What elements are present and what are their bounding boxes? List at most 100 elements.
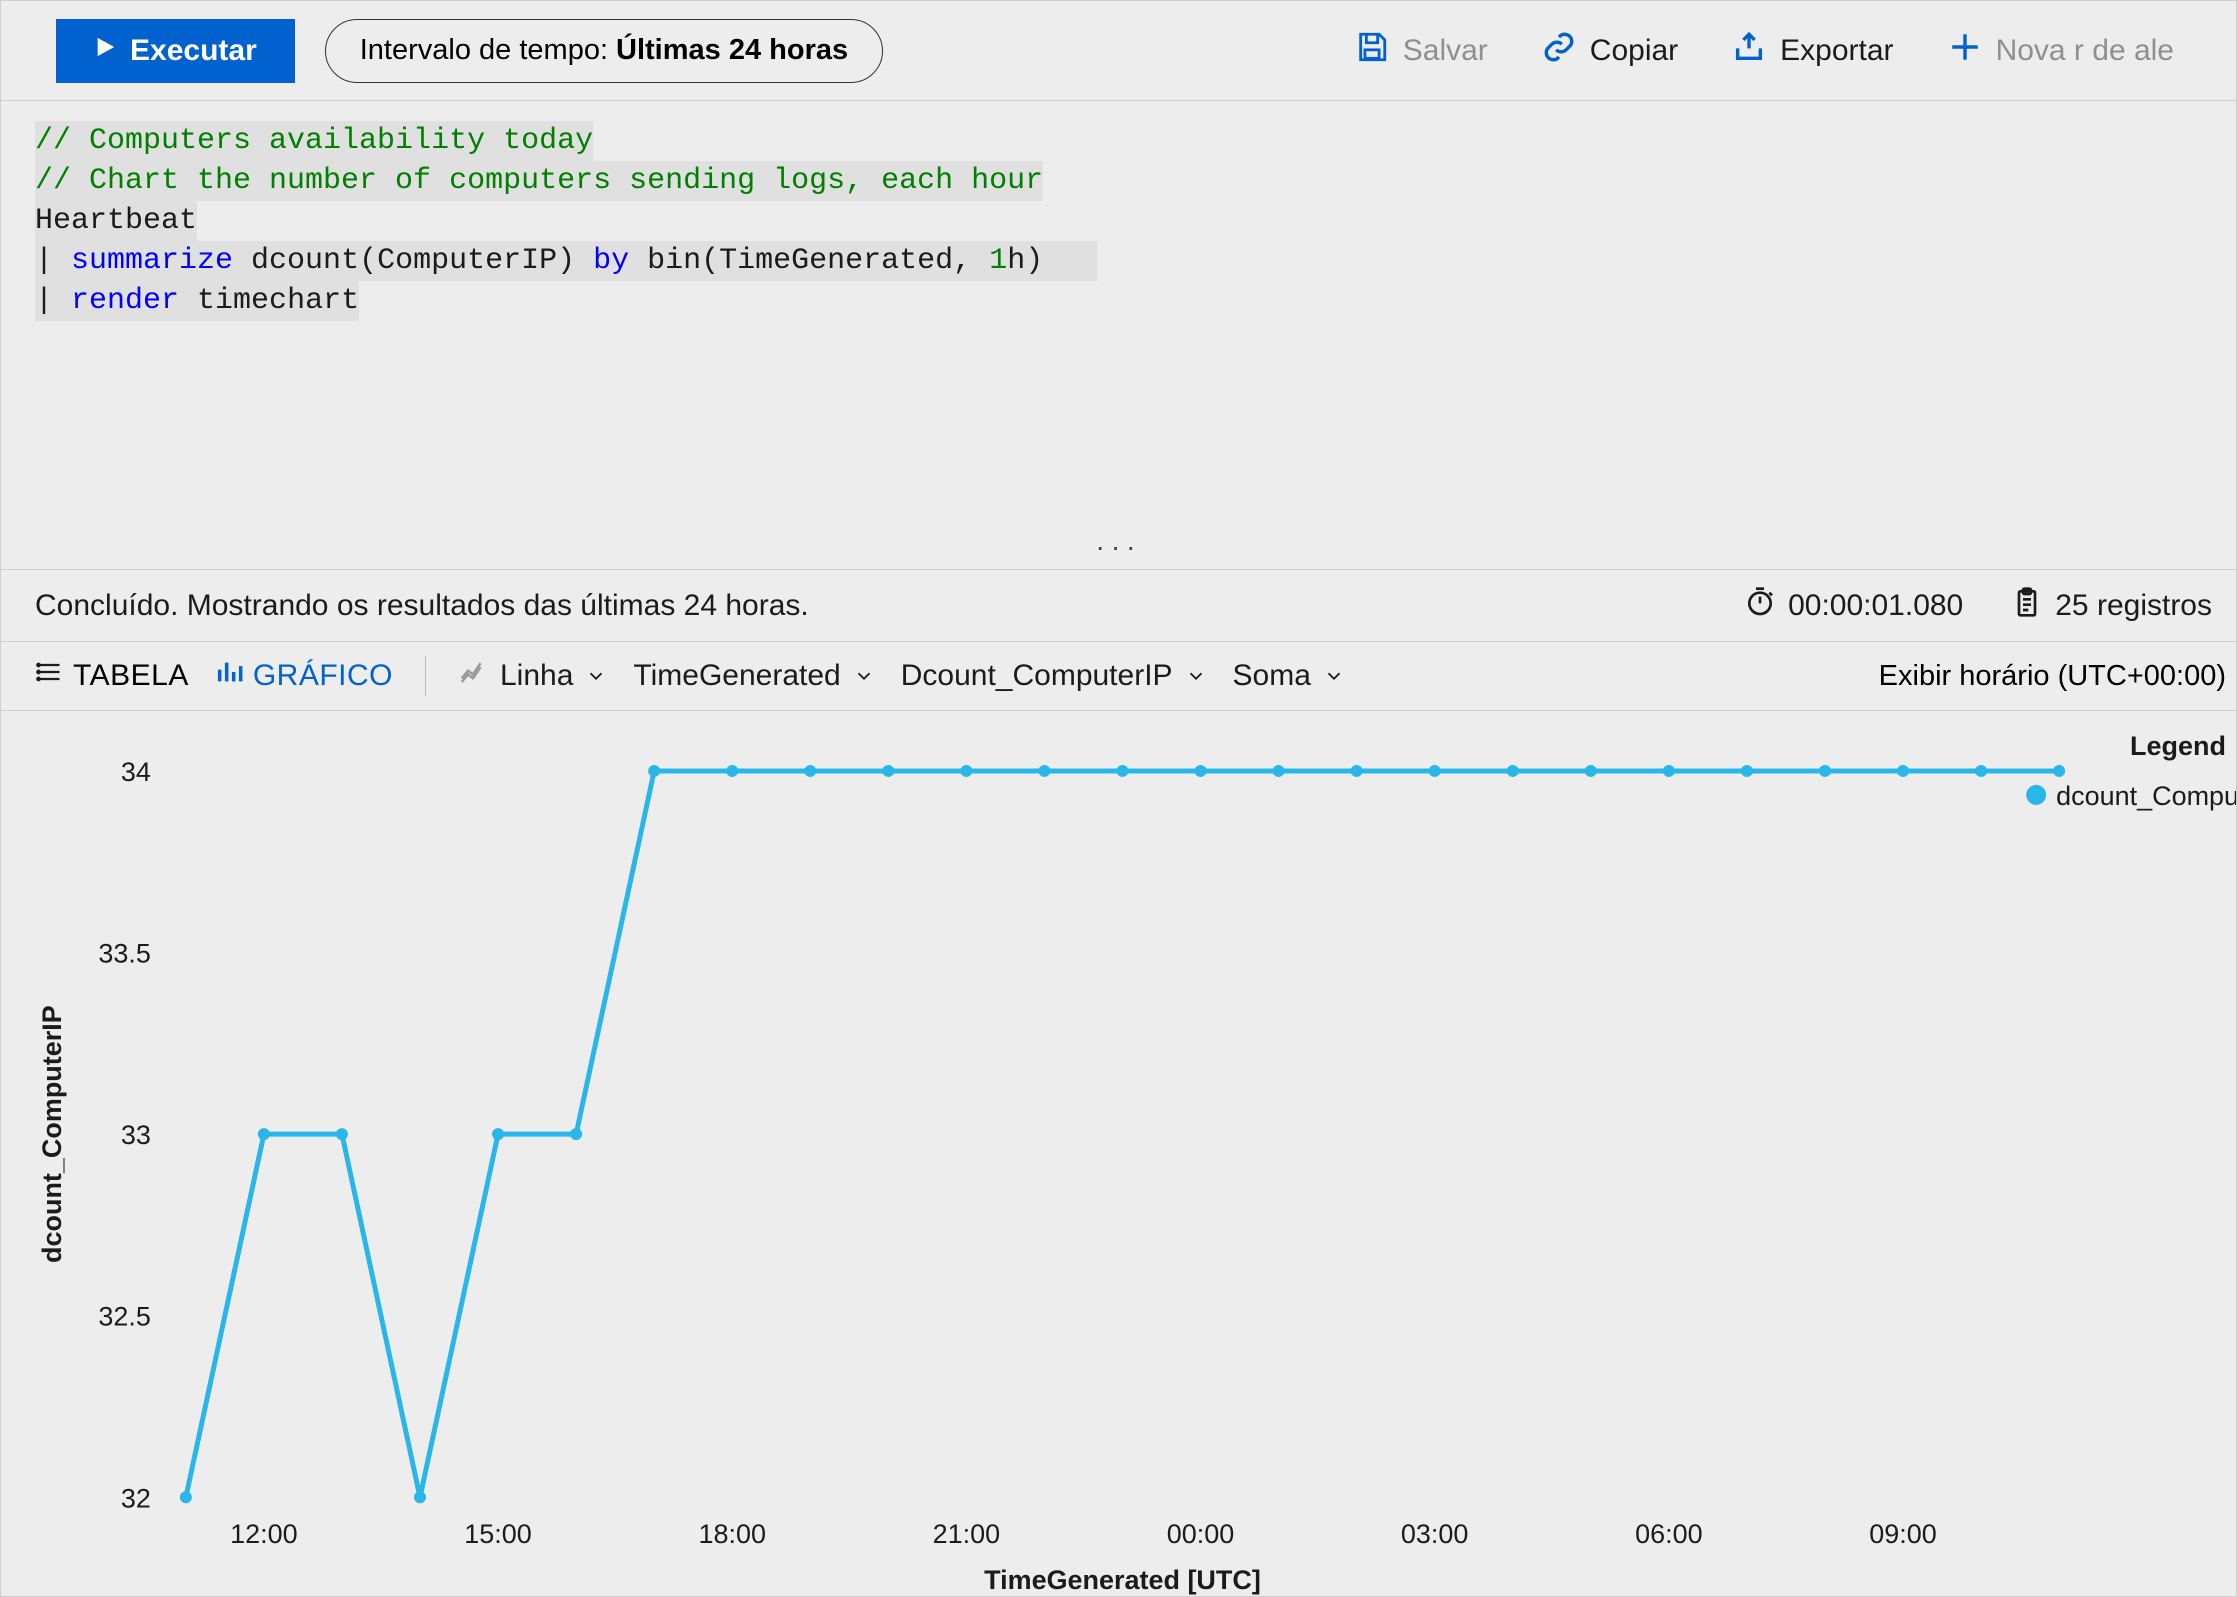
run-label: Executar: [130, 34, 257, 68]
chart-point: [1663, 765, 1675, 777]
aggregation-label: Soma: [1233, 659, 1311, 693]
y-tick-label: 33.5: [98, 939, 150, 969]
legend-series-label: dcount_Compu: [2056, 781, 2236, 811]
play-icon: [94, 34, 116, 68]
time-range-selector[interactable]: Intervalo de tempo: Últimas 24 horas: [325, 19, 883, 83]
x-tick-label: 21:00: [933, 1519, 1000, 1549]
record-count: 25 registros: [1997, 586, 2226, 626]
y-tick-label: 32.5: [98, 1302, 150, 1332]
editor-line: // Chart the number of computers sending…: [35, 161, 2202, 201]
run-button[interactable]: Executar: [56, 19, 295, 83]
y-tick-label: 34: [121, 757, 151, 787]
status-bar: Concluído. Mostrando os resultados das ú…: [1, 569, 2236, 641]
chart-point: [648, 765, 660, 777]
chart-point: [180, 1491, 192, 1503]
x-tick-label: 09:00: [1869, 1519, 1937, 1549]
duration-value: 00:00:01.080: [1788, 589, 1963, 623]
save-icon: [1355, 30, 1389, 72]
link-icon: [1542, 30, 1576, 72]
chart-point: [1585, 765, 1597, 777]
chevron-down-icon: [1185, 665, 1207, 687]
x-tick-label: 15:00: [464, 1519, 531, 1549]
export-label: Exportar: [1780, 34, 1893, 68]
legend-marker: [2026, 785, 2046, 805]
chart-point: [1195, 765, 1207, 777]
view-options-bar: TABELA GRÁFICO Linha TimeGenerated: [1, 641, 2236, 711]
splitter-handle[interactable]: ···: [1, 531, 2236, 569]
chart-point: [1741, 765, 1753, 777]
y-field-label: Dcount_ComputerIP: [901, 659, 1173, 693]
chevron-down-icon: [585, 665, 607, 687]
editor-line: | summarize dcount(ComputerIP) by bin(Ti…: [35, 241, 2202, 281]
copy-button[interactable]: Copiar: [1530, 30, 1690, 72]
time-range-value: Últimas 24 horas: [616, 34, 848, 67]
x-tick-label: 18:00: [698, 1519, 765, 1549]
chart-area: 32 32.5 33 33.5 34 dcount_ComputerIP 12:00 15:0…: [1, 711, 2236, 1596]
new-alert-label: Nova r de ale: [1996, 34, 2174, 68]
plus-icon: [1948, 30, 1982, 72]
line-chart-icon: [458, 657, 488, 695]
query-duration: 00:00:01.080: [1730, 586, 1977, 626]
new-alert-button[interactable]: Nova r de ale: [1936, 30, 2186, 72]
editor-line: Heartbeat: [35, 201, 2202, 241]
chart-point: [336, 1128, 348, 1140]
chart-point: [1116, 765, 1128, 777]
chart-point: [570, 1128, 582, 1140]
timezone-label: Exibir horário (UTC+00:00): [1879, 660, 2226, 693]
chevron-down-icon: [1323, 665, 1345, 687]
clipboard-icon: [2011, 586, 2043, 626]
x-field-label: TimeGenerated: [633, 659, 840, 693]
chart-point: [492, 1128, 504, 1140]
x-tick-label: 03:00: [1401, 1519, 1468, 1549]
tab-chart-label: GRÁFICO: [253, 659, 393, 693]
chart-point: [1429, 765, 1441, 777]
x-tick-label: 00:00: [1167, 1519, 1235, 1549]
export-button[interactable]: Exportar: [1720, 30, 1905, 72]
status-text: Concluído. Mostrando os resultados das ú…: [35, 589, 809, 623]
legend-title: Legend: [2130, 731, 2226, 761]
chart-point: [1273, 765, 1285, 777]
chart-point: [1975, 765, 1987, 777]
tab-table[interactable]: TABELA: [35, 658, 189, 694]
editor-line: | render timechart: [35, 281, 2202, 321]
save-button[interactable]: Salvar: [1343, 30, 1500, 72]
editor-line: // Computers availability today: [35, 121, 2202, 161]
bar-chart-icon: [215, 658, 243, 694]
chart-point: [258, 1128, 270, 1140]
timezone-select[interactable]: Exibir horário (UTC+00:00): [1879, 660, 2226, 693]
chart-type-label: Linha: [500, 659, 573, 693]
y-field-select[interactable]: Dcount_ComputerIP: [901, 659, 1207, 693]
stopwatch-icon: [1744, 586, 1776, 626]
export-icon: [1732, 30, 1766, 72]
chart-point: [882, 765, 894, 777]
table-icon: [35, 658, 63, 694]
chart-point: [1038, 765, 1050, 777]
chevron-down-icon: [853, 665, 875, 687]
x-tick-label: 06:00: [1635, 1519, 1702, 1549]
y-tick-label: 33: [121, 1120, 151, 1150]
x-tick-label: 12:00: [230, 1519, 297, 1549]
save-label: Salvar: [1403, 34, 1488, 68]
query-editor[interactable]: // Computers availability today// Chart …: [1, 101, 2236, 531]
aggregation-select[interactable]: Soma: [1233, 659, 1345, 693]
line-chart: 32 32.5 33 33.5 34 dcount_ComputerIP 12:00 15:0…: [1, 711, 2236, 1596]
chart-point: [2053, 765, 2065, 777]
chart-point: [960, 765, 972, 777]
x-field-select[interactable]: TimeGenerated: [633, 659, 874, 693]
toolbar: Executar Intervalo de tempo: Últimas 24 …: [1, 1, 2236, 101]
chart-point: [1897, 765, 1909, 777]
time-range-prefix: Intervalo de tempo:: [360, 34, 608, 67]
chart-point: [1351, 765, 1363, 777]
chart-point: [414, 1491, 426, 1503]
chart-point: [1507, 765, 1519, 777]
records-value: 25 registros: [2055, 589, 2212, 623]
y-tick-label: 32: [121, 1483, 151, 1513]
tab-table-label: TABELA: [73, 659, 189, 693]
chart-series-line: [186, 771, 2059, 1497]
chart-point: [726, 765, 738, 777]
x-axis-label: TimeGenerated [UTC]: [984, 1565, 1261, 1595]
tab-chart[interactable]: GRÁFICO: [215, 658, 393, 694]
y-axis-label: dcount_ComputerIP: [37, 1005, 67, 1263]
chart-type-select[interactable]: Linha: [458, 657, 607, 695]
copy-label: Copiar: [1590, 34, 1678, 68]
